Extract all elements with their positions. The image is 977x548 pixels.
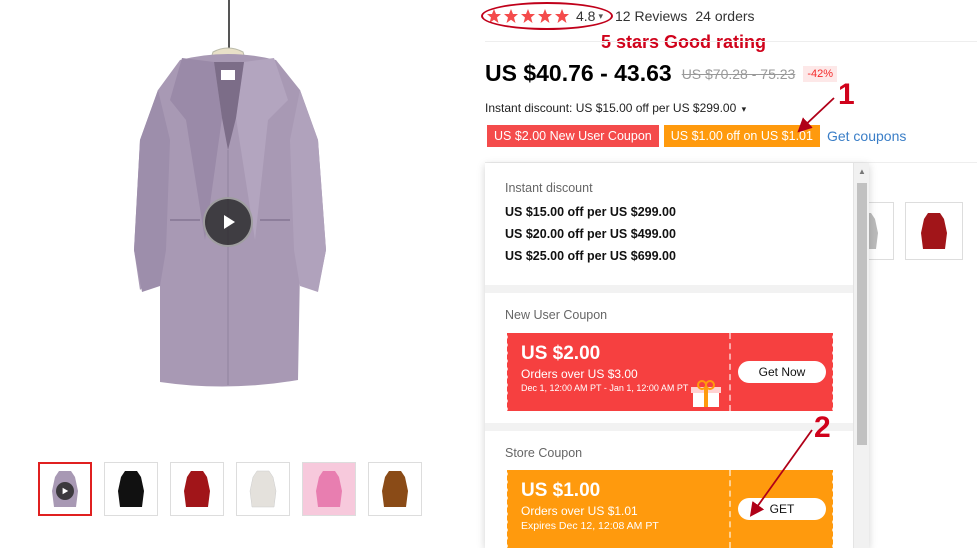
thumbnail-red-coat[interactable] bbox=[170, 462, 224, 516]
orders-count: 24 orders bbox=[695, 8, 755, 24]
get-coupons-link[interactable]: Get coupons bbox=[827, 128, 906, 144]
coupon-action: GET bbox=[729, 470, 835, 548]
color-option-red[interactable] bbox=[905, 202, 963, 260]
new-user-coupon-card: US $2.00 Orders over US $3.00 Dec 1, 12:… bbox=[505, 333, 835, 411]
new-user-coupon-tag[interactable]: US $2.00 New User Coupon bbox=[487, 125, 659, 147]
discount-tier: US $15.00 off per US $299.00 bbox=[505, 205, 676, 219]
section-title: New User Coupon bbox=[505, 308, 608, 322]
get-now-button[interactable]: Get Now bbox=[738, 361, 826, 383]
section-title: Instant discount bbox=[505, 181, 593, 195]
divider bbox=[485, 41, 977, 42]
coupon-main: US $1.00 Orders over US $1.01 Expires De… bbox=[505, 470, 729, 548]
coupon-amount: US $1.00 bbox=[521, 480, 601, 501]
scroll-thumb[interactable] bbox=[857, 183, 867, 445]
new-user-coupon-section: New User Coupon US $2.00 Orders over US … bbox=[485, 293, 853, 423]
annotation-rating-note: 5 stars Good rating bbox=[601, 32, 767, 52]
price-row: US $40.76 - 43.63 US $70.28 - 75.23 -42% bbox=[485, 60, 838, 87]
thumbnail-lilac-coat[interactable] bbox=[38, 462, 92, 516]
instant-discount-section: Instant discount US $15.00 off per US $2… bbox=[485, 163, 853, 285]
annotation-oval bbox=[481, 2, 613, 30]
coupon-dropdown: Instant discount US $15.00 off per US $2… bbox=[485, 163, 869, 548]
thumbnail-brown-coat[interactable] bbox=[368, 462, 422, 516]
dropdown-scrollbar[interactable]: ▲ bbox=[853, 163, 869, 548]
coupon-dates: Dec 1, 12:00 AM PT - Jan 1, 12:00 AM PT bbox=[521, 383, 689, 393]
instant-discount-label: Instant discount: US $15.00 off per US $… bbox=[485, 101, 737, 115]
price-range: US $40.76 - 43.63 bbox=[485, 60, 672, 86]
original-price: US $70.28 - 75.23 bbox=[681, 65, 796, 82]
coupon-condition: Orders over US $3.00 bbox=[521, 367, 638, 381]
store-coupon-section: Store Coupon US $1.00 Orders over US $1.… bbox=[485, 431, 853, 548]
play-icon bbox=[56, 482, 74, 500]
thumbnail-black-coat[interactable] bbox=[104, 462, 158, 516]
coupon-action: Get Now bbox=[729, 333, 835, 411]
play-video-button[interactable] bbox=[203, 197, 253, 247]
discount-tier: US $20.00 off per US $499.00 bbox=[505, 227, 676, 241]
coupon-tags: US $2.00 New User Coupon US $1.00 off on… bbox=[487, 125, 906, 147]
annotation-marker-2: 2 bbox=[814, 411, 831, 444]
discount-badge: -42% bbox=[803, 65, 838, 82]
play-icon bbox=[224, 215, 235, 229]
store-coupon-tag[interactable]: US $1.00 off on US $1.01 bbox=[663, 125, 820, 147]
thumbnail-strip bbox=[38, 462, 422, 516]
get-coupon-button[interactable]: GET bbox=[738, 498, 826, 520]
product-page: 4.8 ▾ 12 Reviews 24 orders 5 stars Good … bbox=[0, 0, 977, 548]
reviews-count[interactable]: 12 Reviews bbox=[615, 8, 687, 24]
section-separator bbox=[485, 423, 853, 431]
discount-tier: US $25.00 off per US $699.00 bbox=[505, 249, 676, 263]
coupon-condition: Orders over US $1.01 bbox=[521, 504, 638, 518]
instant-discount-toggle[interactable]: Instant discount: US $15.00 off per US $… bbox=[485, 101, 746, 115]
store-coupon-card: US $1.00 Orders over US $1.01 Expires De… bbox=[505, 470, 835, 548]
coupon-amount: US $2.00 bbox=[521, 343, 601, 364]
coupon-expiry: Expires Dec 12, 12:08 AM PT bbox=[521, 520, 659, 532]
thumbnail-white-coat[interactable] bbox=[236, 462, 290, 516]
section-title: Store Coupon bbox=[505, 446, 583, 460]
coupon-main: US $2.00 Orders over US $3.00 Dec 1, 12:… bbox=[505, 333, 729, 411]
chevron-down-icon: ▾ bbox=[741, 104, 747, 114]
thumbnail-pink-coat[interactable] bbox=[302, 462, 356, 516]
section-separator bbox=[485, 285, 853, 293]
gift-icon bbox=[691, 380, 721, 407]
scroll-up-icon[interactable]: ▲ bbox=[854, 167, 870, 179]
annotation-marker-1: 1 bbox=[838, 78, 855, 111]
